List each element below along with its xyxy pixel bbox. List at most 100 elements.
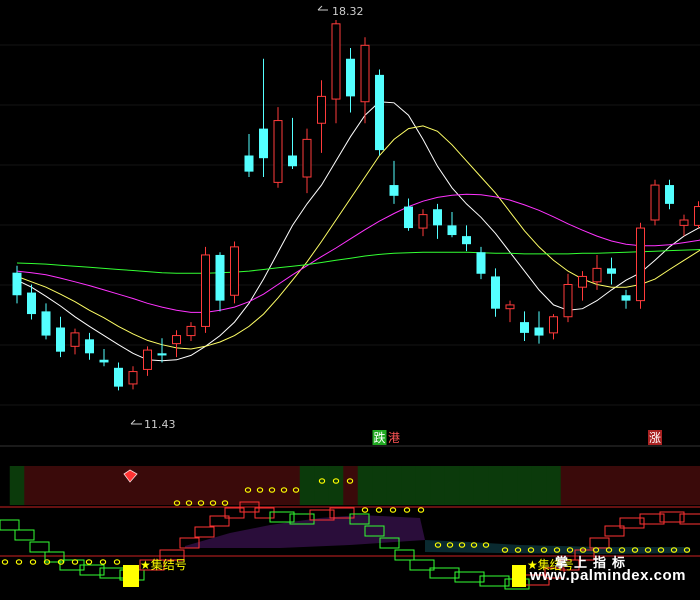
zone-cell	[560, 466, 576, 505]
zone-cell	[82, 466, 98, 505]
candle-body	[665, 185, 674, 204]
signal-dot	[29, 559, 37, 565]
zone-cell	[575, 466, 591, 505]
candle-body	[360, 44, 370, 103]
signal-marker: 跌	[372, 430, 387, 445]
zone-cell	[256, 466, 272, 505]
candle-body	[259, 128, 268, 159]
candle-body	[85, 339, 94, 354]
zone-cell	[299, 466, 315, 505]
signal-dot	[361, 507, 369, 513]
candle-body	[505, 304, 515, 310]
zone-cell	[531, 466, 547, 505]
candle-body	[520, 322, 529, 333]
zone-cell	[357, 466, 373, 505]
zone-cell	[154, 466, 170, 505]
zone-cell	[386, 466, 402, 505]
zone-cell	[618, 466, 634, 505]
zone-cell	[430, 466, 446, 505]
signal-dot	[389, 507, 397, 513]
step-box	[589, 537, 610, 549]
zone-cell	[285, 466, 301, 505]
candle-body	[549, 316, 558, 334]
candle-body	[172, 335, 181, 345]
signal-markers: 跌港 涨	[372, 430, 662, 445]
candle-body	[143, 349, 152, 370]
zone-cell	[546, 466, 562, 505]
signal-dot	[403, 507, 411, 513]
candle-body	[679, 219, 689, 226]
step-box	[0, 519, 20, 531]
candle-body	[476, 252, 486, 274]
zone-cell	[53, 466, 69, 505]
candle-body	[534, 327, 544, 336]
candle-body	[404, 206, 413, 229]
zone-cell	[415, 466, 431, 505]
zone-cell	[502, 466, 518, 505]
zone-cell	[343, 466, 359, 505]
zone-cell	[517, 466, 533, 505]
candle-body	[12, 272, 22, 296]
candle-body	[230, 246, 239, 296]
max-price-label: 18.32	[332, 5, 364, 18]
zone-cell	[140, 466, 156, 505]
zone-cell	[444, 466, 460, 505]
signal-block	[123, 565, 139, 587]
signal-marker: 港	[387, 430, 401, 445]
zone-cell	[633, 466, 649, 505]
signal-dot	[113, 559, 121, 565]
signal-dot	[1, 559, 9, 565]
candle-body	[346, 58, 355, 97]
zone-cell	[198, 466, 214, 505]
signal-dot	[85, 559, 93, 565]
candle-body	[578, 275, 587, 288]
zone-cell	[372, 466, 388, 505]
candle-body	[273, 120, 283, 183]
zone-cell	[473, 466, 489, 505]
candle-body	[375, 74, 384, 151]
candle-body	[99, 359, 109, 363]
zone-cell	[183, 466, 199, 505]
zone-cell	[676, 466, 692, 505]
signal-marker-text: 港	[388, 431, 400, 445]
zone-cell	[604, 466, 620, 505]
zone-cell	[24, 466, 40, 505]
signal-dot	[15, 559, 23, 565]
candle-body	[563, 284, 573, 318]
candle-body	[244, 155, 254, 172]
zone-cell	[169, 466, 185, 505]
signal-marker-text: 跌	[374, 430, 386, 445]
zone-cell	[227, 466, 243, 505]
zone-cell	[691, 466, 700, 505]
chart-canvas: 18.32 11.43 跌港涨 ★集结号 ★集结号	[0, 5, 700, 590]
moving-averages	[16, 101, 700, 362]
signal-block	[512, 565, 526, 587]
candle-body	[215, 254, 225, 301]
candle-body	[114, 367, 123, 387]
signal-marker-text: 涨	[649, 430, 661, 445]
candlestick-series	[12, 20, 700, 391]
min-arrow	[130, 419, 142, 425]
candle-body	[389, 185, 399, 196]
zone-cell	[67, 466, 83, 505]
candle-body	[592, 267, 602, 283]
candle-body	[288, 155, 297, 167]
zone-cell	[241, 466, 257, 505]
signal-label: ★集结号	[140, 557, 187, 572]
candle-body	[186, 325, 196, 337]
step-box	[394, 549, 415, 561]
zone-cell	[212, 466, 228, 505]
candle-body	[462, 236, 471, 245]
candle-body	[302, 138, 312, 178]
zone-cell	[111, 466, 127, 505]
zone-cell	[96, 466, 112, 505]
zone-cell	[401, 466, 417, 505]
candle-body	[70, 332, 80, 347]
candle-body	[157, 353, 167, 356]
step-box	[14, 529, 35, 541]
candle-body	[447, 225, 457, 236]
candle-body	[418, 214, 428, 229]
min-price-label: 11.43	[144, 418, 176, 431]
zone-cell	[589, 466, 605, 505]
signal-dot	[375, 507, 383, 513]
